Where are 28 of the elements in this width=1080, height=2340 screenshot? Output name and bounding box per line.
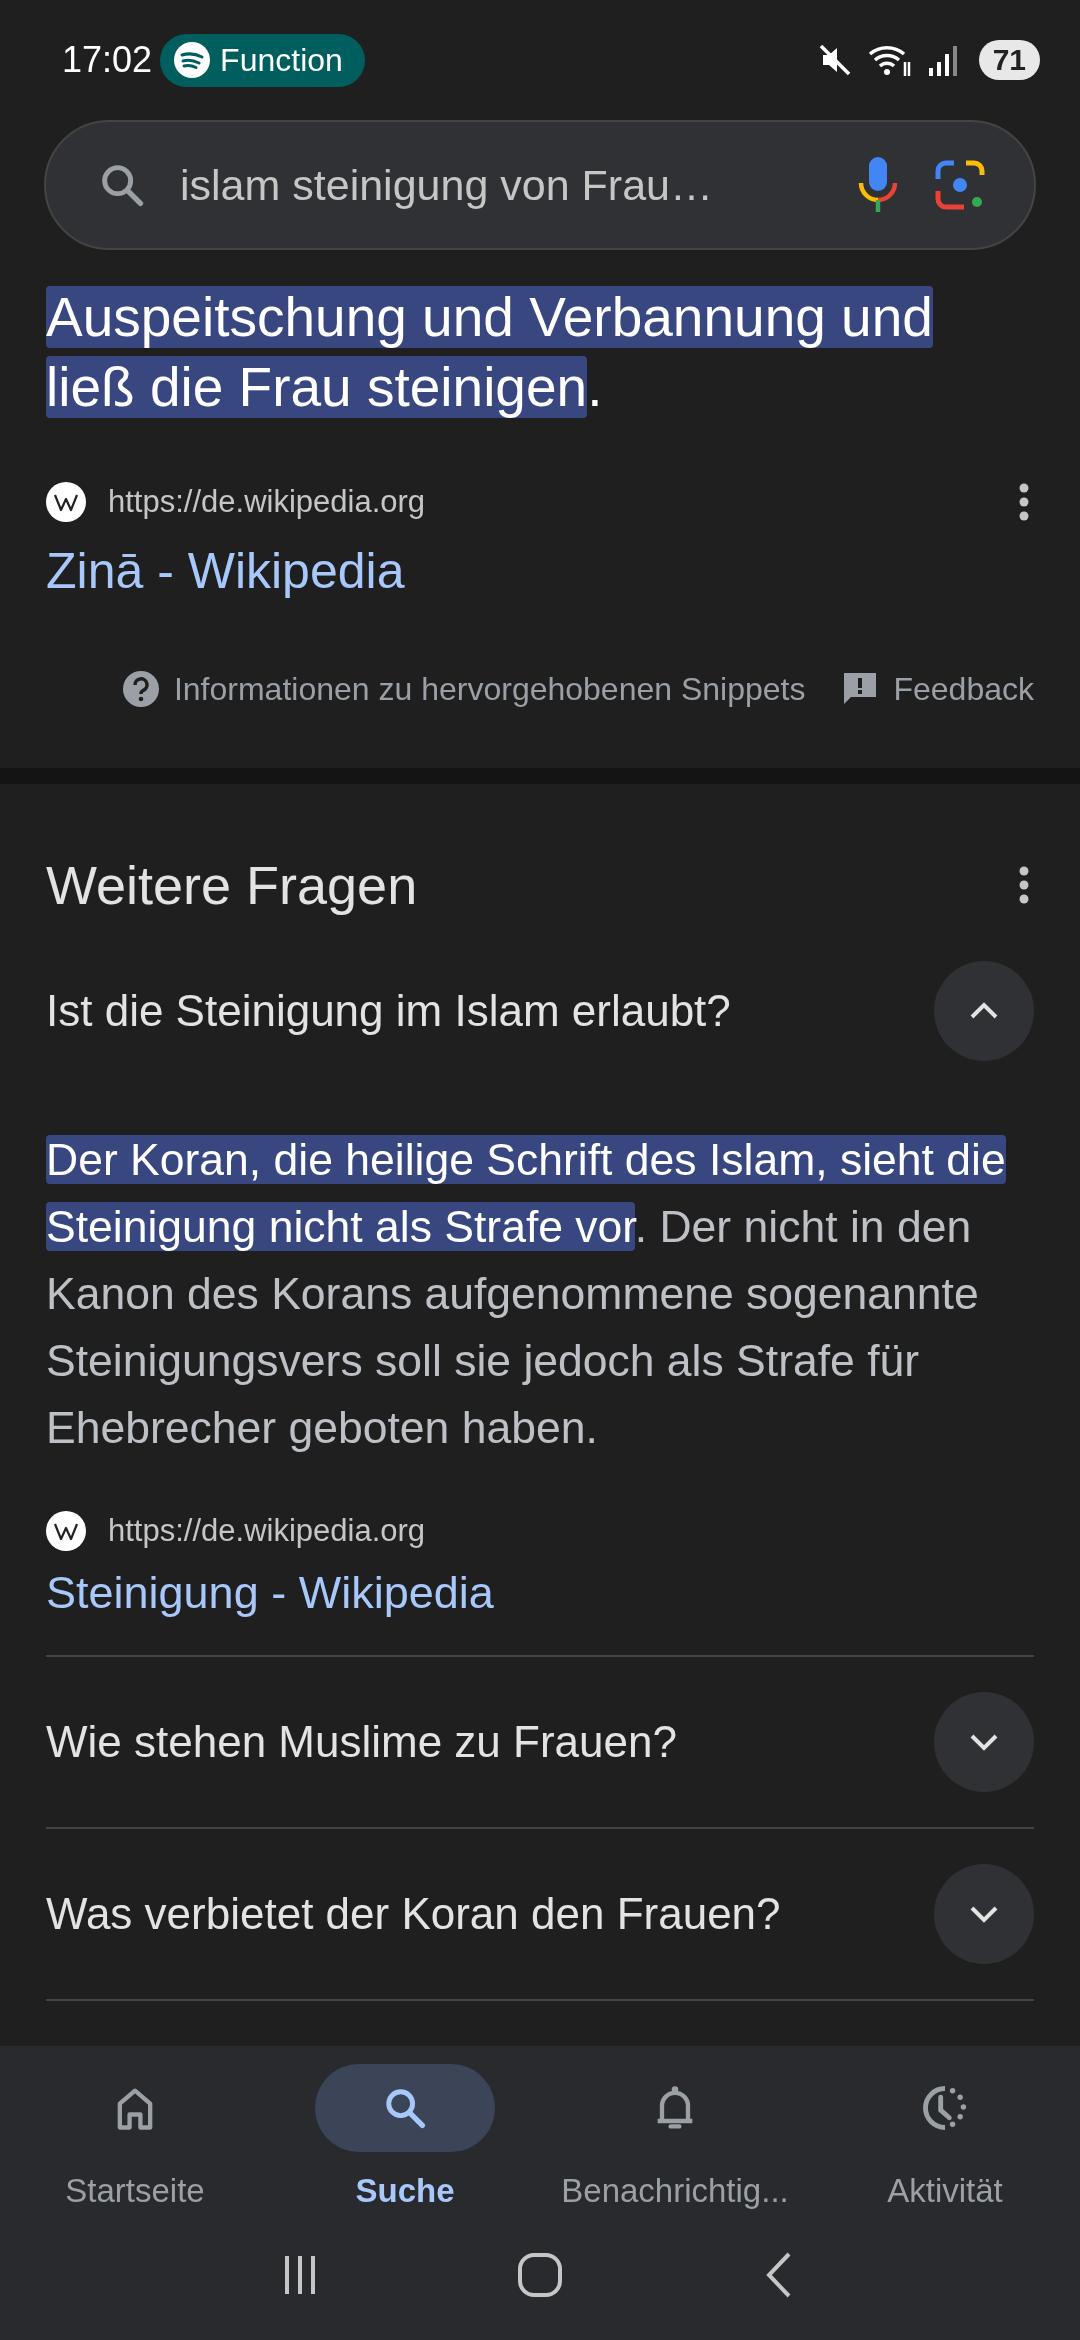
status-time: 17:02 bbox=[62, 39, 153, 81]
nav-tab[interactable]: Benachrichtig... bbox=[540, 2064, 810, 2210]
help-icon[interactable] bbox=[121, 670, 160, 708]
section-heading: Weitere Fragen bbox=[46, 854, 418, 916]
search-field[interactable]: islam steinigung von Frau… bbox=[44, 120, 1036, 250]
home-button-icon[interactable] bbox=[515, 2250, 565, 2300]
media-chip[interactable]: Function bbox=[160, 33, 365, 87]
circle-waves-icon bbox=[174, 42, 211, 78]
nav-tab[interactable]: Startseite bbox=[0, 2064, 270, 2210]
feedback-link[interactable]: Feedback bbox=[893, 670, 1034, 708]
source-url: https://de.wikipedia.org bbox=[108, 484, 426, 520]
result-title-link[interactable]: Steinigung - Wikipedia bbox=[46, 1567, 494, 1619]
question-text[interactable]: Ist die Steinigung im Islam erlaubt? bbox=[46, 986, 731, 1036]
microphone-icon[interactable] bbox=[856, 155, 900, 215]
featured-snippet-text: Auspeitschung und Verbannung und ließ die Frau steinigen. bbox=[46, 285, 934, 420]
snippets-info-link[interactable]: Informationen zu hervorgehobenen Snippets bbox=[173, 670, 806, 708]
source-url: https://de.wikipedia.org bbox=[108, 1513, 426, 1549]
nav-tab[interactable]: Suche bbox=[270, 2064, 540, 2210]
answer-text: Der Koran, die heilige Schrift des Islam, sieht die Steinigung nicht als Strafe vor. Der nicht in den Kanon des Korans aufgenommene sogenannte Steinigungsvers soll sie jedoch als Strafe für Ehebrecher geboten haben. bbox=[46, 1134, 1007, 1454]
battery-level: 71 bbox=[978, 40, 1040, 80]
question-text[interactable]: Was verbietet der Koran den Frauen? bbox=[46, 1889, 781, 1939]
question-text[interactable]: Wie stehen Muslime zu Frauen? bbox=[46, 1717, 677, 1767]
more-options-icon[interactable] bbox=[1018, 865, 1030, 905]
result-title-link[interactable]: Zinā - Wikipedia bbox=[46, 542, 405, 600]
wikipedia-w-icon bbox=[46, 1511, 86, 1551]
nav-tab[interactable]: Aktivität bbox=[810, 2064, 1080, 2210]
more-options-icon[interactable] bbox=[1018, 482, 1030, 522]
wikipedia-w-icon bbox=[46, 482, 86, 522]
